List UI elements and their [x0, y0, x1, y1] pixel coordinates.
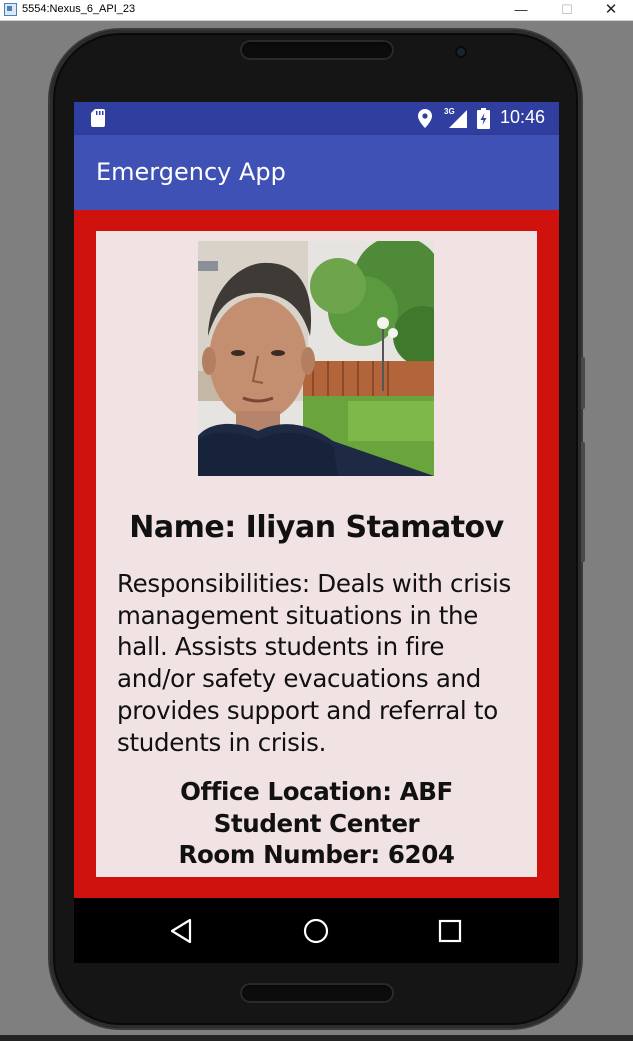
- person-name: Name: Iliyan Stamatov: [129, 510, 504, 545]
- taskbar-edge: [0, 1035, 633, 1041]
- bottom-speaker-grille: [240, 983, 394, 1003]
- battery-icon: [477, 108, 490, 129]
- maximize-button[interactable]: ☐: [544, 0, 590, 21]
- emulator-window-title: 5554:Nexus_6_API_23: [22, 3, 136, 15]
- power-button[interactable]: [581, 357, 585, 409]
- recents-icon[interactable]: [435, 916, 465, 946]
- office-location: Office Location: ABF Student Center: [180, 777, 453, 838]
- status-bar: 3G 10:46: [74, 102, 559, 135]
- top-speaker-grille: [240, 40, 394, 60]
- home-icon[interactable]: [301, 916, 331, 946]
- contact-card: Name: Iliyan Stamatov Responsibilities: …: [96, 231, 537, 877]
- app-title: Emergency App: [96, 158, 286, 186]
- close-button[interactable]: ✕: [588, 0, 633, 21]
- person-photo: [198, 241, 434, 476]
- front-camera: [455, 46, 467, 58]
- responsibilities-text: Responsibilities: Deals with crisis mana…: [117, 569, 511, 757]
- app-toolbar: Emergency App: [74, 135, 559, 210]
- back-icon[interactable]: [166, 916, 196, 946]
- room-number: Room Number: 6204: [178, 840, 455, 870]
- minimize-button[interactable]: —: [498, 0, 544, 21]
- navigation-bar: [74, 898, 559, 963]
- office-info: Office Location: ABF Student Center Room…: [126, 776, 507, 871]
- volume-rocker[interactable]: [581, 442, 585, 562]
- sd-card-icon: [91, 109, 105, 127]
- location-icon: [418, 109, 432, 128]
- device-screen: 3G 10:46 Emergency App Name: Iliyan Stam…: [74, 102, 559, 963]
- network-type-label: 3G: [444, 107, 455, 116]
- content-area: Name: Iliyan Stamatov Responsibilities: …: [74, 210, 559, 898]
- emulator-title-bar: 5554:Nexus_6_API_23 — ☐ ✕: [0, 0, 633, 21]
- status-clock: 10:46: [500, 107, 546, 127]
- emulator-app-icon: [4, 3, 17, 16]
